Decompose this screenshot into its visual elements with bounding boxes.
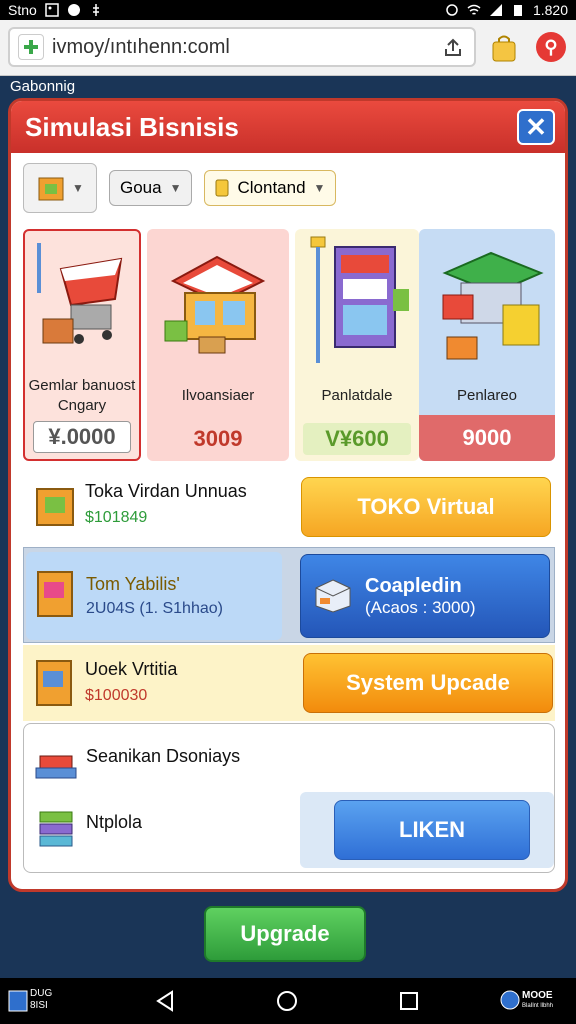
card-price: 3009	[193, 426, 243, 451]
wifi-icon	[467, 4, 481, 15]
business-simulation-dialog: Simulasi Bisnisis ✕ ▼ Goua ▼ Clontand ▼	[8, 98, 568, 892]
url-text: ivmoy/ıntıhenn:coml	[52, 35, 230, 58]
card-shop-building[interactable]: Panlatdale V¥600	[295, 229, 419, 461]
row-title-2: Ntplola	[86, 812, 143, 832]
nav-right-text: MOOE BlaIlnt llbhh	[522, 990, 553, 1012]
card-label: Ilvoansiaer	[181, 387, 255, 404]
image-icon	[45, 3, 59, 17]
row-uoek-vrtitia: Uoek Vrtitia $100030 System Upcade	[23, 645, 555, 721]
filter-bar: ▼ Goua ▼ Clontand ▼	[23, 163, 337, 213]
card-price: V¥600	[303, 423, 411, 455]
back-icon[interactable]	[154, 990, 176, 1012]
kiosk-icon	[37, 571, 73, 617]
carrier-label: Stno	[8, 2, 37, 18]
package-icon	[38, 177, 64, 201]
card-store[interactable]: Ilvoansiaer 3009	[147, 229, 289, 461]
row-tom-yabilis: Tom Yabilis' 2U04S (1. S1hhao) Coapledin…	[23, 547, 555, 643]
row-price: $100030	[85, 687, 148, 704]
share-icon[interactable]	[442, 37, 464, 59]
app-logo-icon	[500, 990, 520, 1010]
coapledin-button-sub: (Acaos : 3000)	[365, 597, 476, 617]
site-icon	[18, 34, 44, 60]
row-virtual-store: Toka Virdan Unnuas $101849 TOKO Virtual	[23, 473, 555, 545]
chevron-down-icon: ▼	[313, 181, 326, 195]
browser-toolbar: ivmoy/ıntıhenn:coml ⚲	[0, 20, 576, 76]
status-bar: Stno 1.820	[0, 0, 576, 20]
market-stall-icon	[442, 251, 544, 360]
row-price: $101849	[85, 509, 148, 526]
row-sub: 2U04S (1. S1hhao)	[86, 600, 223, 617]
coapledin-button-label: Coapledin	[365, 574, 462, 597]
home-icon[interactable]	[276, 990, 298, 1012]
circle-icon	[67, 4, 80, 16]
cube-icon	[315, 579, 351, 613]
dialog-header: Simulasi Bisnisis	[11, 101, 565, 153]
toko-virtual-button[interactable]: TOKO Virtual	[301, 477, 551, 537]
category-picker[interactable]: ▼	[23, 163, 97, 213]
nav-left-line2: 8ISI	[30, 1000, 48, 1011]
recents-icon[interactable]	[398, 990, 420, 1012]
dropdown-goua[interactable]: Goua ▼	[109, 170, 193, 206]
nav-right-line2: BlaIlnt llbhh	[522, 1003, 554, 1009]
chevron-down-icon: ▼	[72, 181, 84, 195]
usb-icon	[92, 4, 99, 16]
sofa-icon	[35, 755, 77, 779]
card-label: Gemlar banuost	[28, 377, 136, 394]
row-title: Uoek Vrtitia	[85, 659, 178, 679]
signal-icon	[489, 4, 502, 16]
browser-menu-icon[interactable]: ⚲	[536, 32, 566, 62]
row-title: Toka Virdan Unnuas	[85, 481, 247, 501]
store-icon	[164, 255, 266, 354]
dropdown-clontand-label: Clontand	[237, 178, 306, 197]
liken-button[interactable]: LIKEN	[334, 800, 530, 860]
dropdown-clontand[interactable]: Clontand ▼	[204, 170, 337, 206]
card-shopping-cart[interactable]: Gemlar banuost Cngary ¥.0000	[23, 229, 141, 461]
card-label: Panlatdale	[321, 387, 393, 404]
chevron-down-icon: ▼	[169, 181, 182, 195]
coin-icon	[215, 179, 229, 197]
address-bar[interactable]: ivmoy/ıntıhenn:coml	[8, 27, 476, 67]
shopping-bag-icon[interactable]	[488, 32, 520, 64]
battery-icon	[513, 5, 522, 16]
shop-cards: Gemlar banuost Cngary ¥.0000 Ilvoansiaer…	[23, 229, 555, 461]
save-icon	[8, 990, 28, 1012]
upgrade-button[interactable]: Upgrade	[204, 906, 366, 962]
nav-left-line1: DUG	[30, 988, 53, 999]
dialog-title: Simulasi Bisnisis	[25, 111, 239, 142]
alarm-icon	[446, 4, 458, 16]
card-price: 9000	[419, 415, 555, 461]
system-nav-bar: DUG 8ISI MOOE BlaIlnt llbhh	[0, 978, 576, 1024]
card-label: Penlareo	[456, 387, 518, 404]
close-button[interactable]: ✕	[517, 109, 555, 145]
box-shop-icon	[36, 488, 74, 526]
nav-right-line1: MOOE	[522, 990, 553, 1001]
card-label-line2: Cngary	[57, 397, 107, 414]
dropdown-goua-label: Goua	[120, 178, 162, 197]
row-title: Tom Yabilis'	[86, 574, 180, 594]
shop-building-icon	[310, 236, 409, 363]
layers-icon	[39, 811, 73, 847]
page-label: Gabonnig	[10, 78, 76, 95]
shopping-cart-icon	[37, 243, 123, 344]
arcade-icon	[36, 660, 72, 706]
system-upgrade-button[interactable]: System Upcade	[303, 653, 553, 713]
nav-left-text: DUG 8ISI	[30, 988, 52, 1012]
row-title: Seanikan Dsoniays	[86, 746, 241, 766]
row-settings: Seanikan Dsoniays Ntplola LIKEN	[23, 723, 555, 873]
clock: 1.820	[532, 2, 568, 18]
card-price: ¥.0000	[33, 421, 131, 453]
card-market-stall[interactable]: Penlareo 9000	[419, 229, 555, 461]
